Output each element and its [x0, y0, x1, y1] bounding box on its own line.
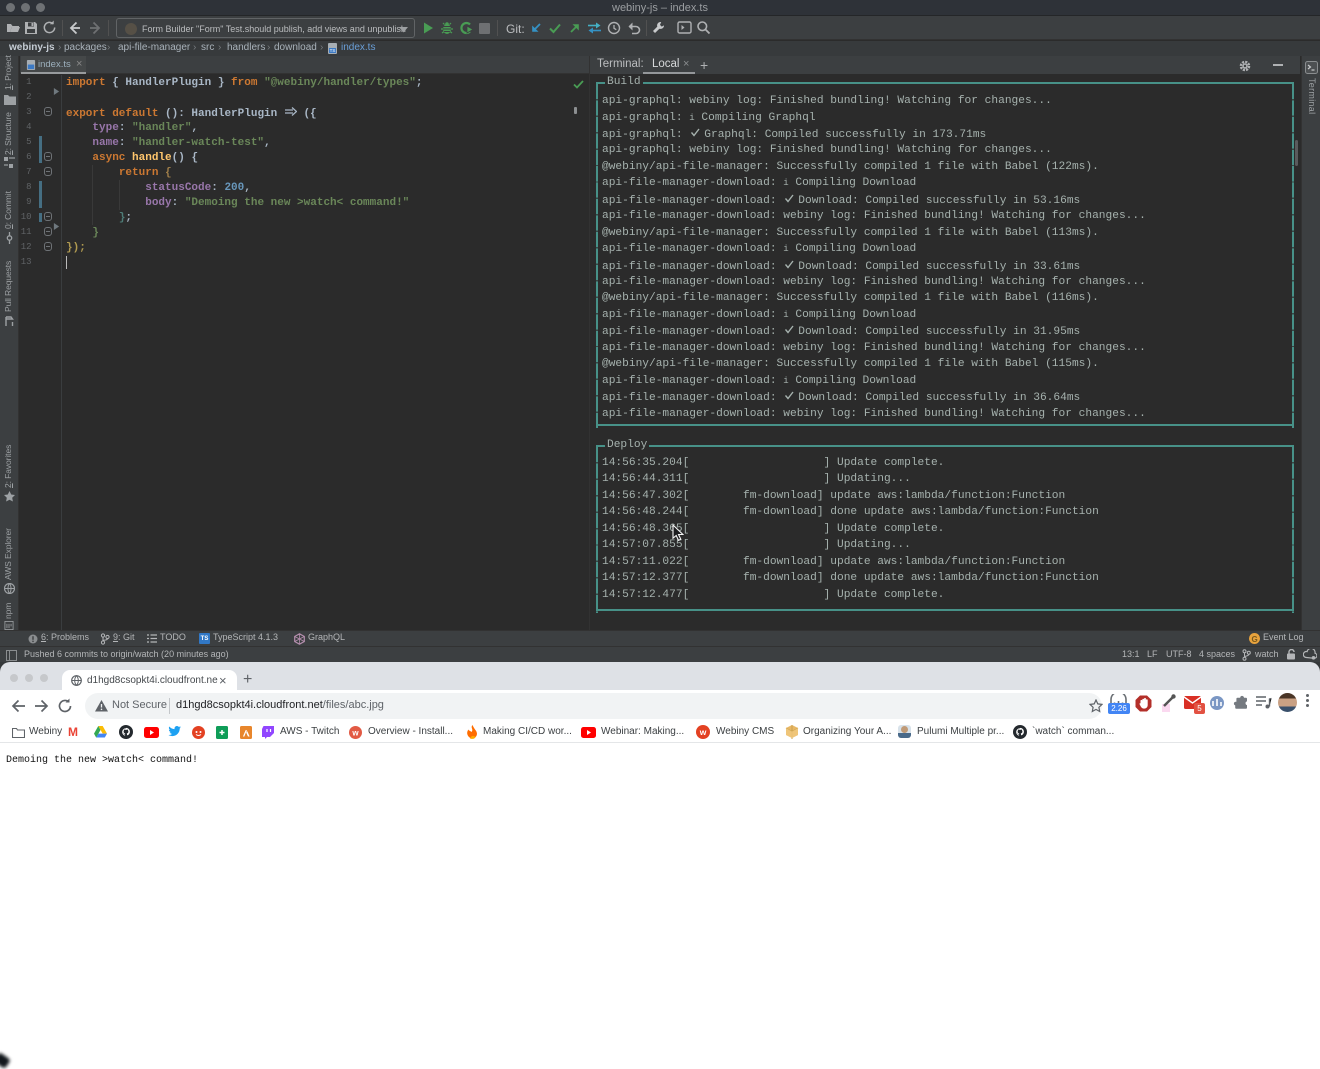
- svg-text:w: w: [351, 729, 359, 738]
- svg-text:w: w: [699, 727, 707, 737]
- svg-text:TS: TS: [330, 48, 336, 53]
